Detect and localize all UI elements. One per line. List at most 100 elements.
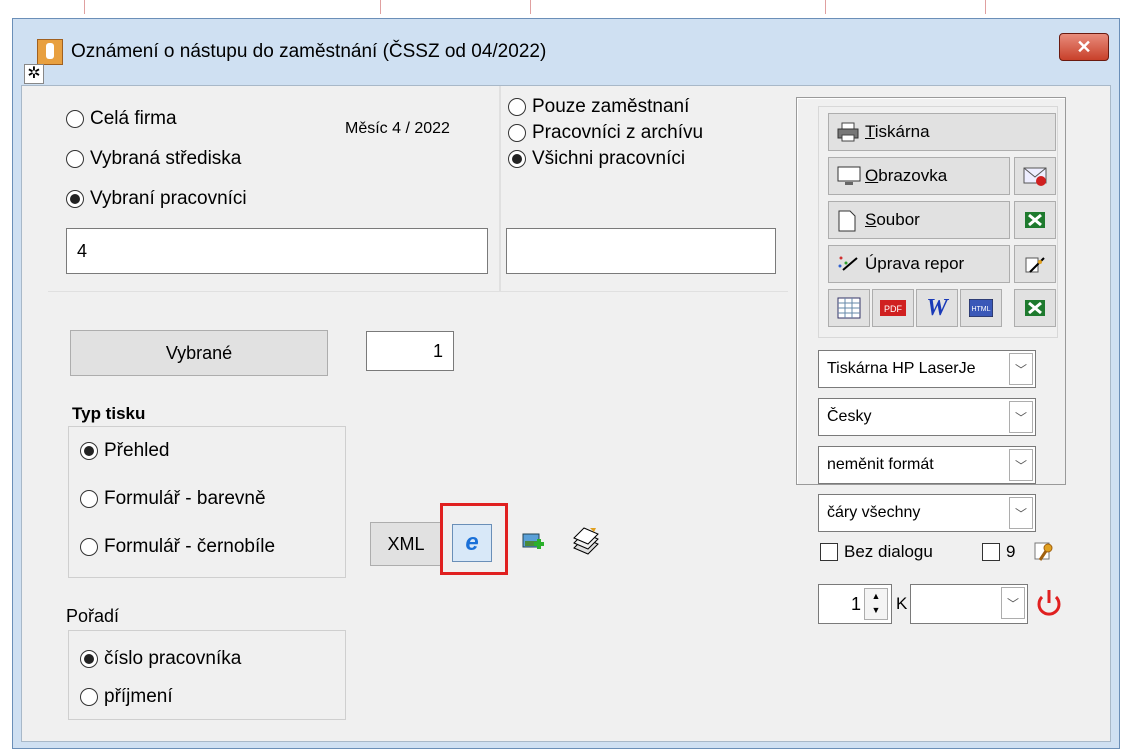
no-dialog-checkbox[interactable]: Bez dialogu — [820, 542, 933, 562]
radio-label: Pouze zaměstnaní — [532, 96, 690, 117]
lines-select-value: čáry všechny — [827, 504, 921, 521]
radio-overview[interactable]: Přehled — [80, 440, 170, 462]
radio-all-employees[interactable]: Všichni pracovníci — [508, 148, 685, 170]
pdf-icon: PDF — [880, 300, 906, 316]
close-button[interactable]: ✕ — [1059, 33, 1109, 61]
radio-dot — [80, 688, 98, 706]
person-icon — [37, 39, 63, 65]
file-hotkey: S — [865, 210, 877, 229]
k-label: K — [896, 594, 908, 613]
table-icon — [837, 297, 861, 319]
printer-select[interactable]: Tiskárna HP LaserJe ﹀ — [818, 350, 1036, 388]
file-button-label: Soubor — [865, 210, 920, 229]
radio-dot — [66, 110, 84, 128]
checkbox-box — [820, 543, 838, 561]
email-icon — [1023, 167, 1047, 186]
radio-label: Přehled — [104, 440, 170, 461]
radio-from-archive[interactable]: Pracovníci z archívu — [508, 122, 703, 144]
html-export-button[interactable]: HTML — [960, 289, 1002, 327]
gear-icon[interactable]: ✲ — [24, 64, 44, 84]
k-select[interactable]: ﹀ — [910, 584, 1028, 624]
bg-grid-line — [84, 0, 85, 14]
radio-label: Všichni pracovníci — [532, 148, 686, 169]
radio-label: Celá firma — [90, 108, 177, 129]
radio-form-bw[interactable]: Formulář - černobíle — [80, 536, 275, 558]
chevron-down-icon[interactable]: ﹀ — [1009, 497, 1033, 529]
svg-text:HTML: HTML — [971, 306, 990, 313]
radio-label: číslo pracovníka — [104, 648, 242, 669]
edit-report-extra-button[interactable] — [1014, 245, 1056, 283]
radio-selected-centers[interactable]: Vybraná střediska — [66, 148, 241, 170]
screen-button-label: Obrazovka — [865, 166, 948, 185]
edit-report-button[interactable]: Úprava repor — [828, 245, 1010, 283]
checkbox-box — [982, 543, 1000, 561]
report-wand-icon — [1025, 257, 1045, 273]
radio-dot — [80, 490, 98, 508]
radio-label: příjmení — [104, 686, 173, 707]
radio-form-color[interactable]: Formulář - barevně — [80, 488, 266, 510]
title-bar[interactable]: Oznámení o nástupu do zaměstnání (ČSSZ o… — [13, 19, 1119, 89]
radio-employee-number[interactable]: číslo pracovníka — [80, 648, 241, 670]
chevron-down-icon[interactable]: ﹀ — [1009, 353, 1033, 385]
print-type-heading: Typ tisku — [72, 404, 146, 423]
magic-wand-icon — [837, 254, 859, 274]
language-select[interactable]: Česky ﹀ — [818, 398, 1036, 436]
svg-text:PDF: PDF — [884, 304, 903, 314]
screen-hotkey: O — [865, 166, 879, 185]
excel-button[interactable] — [1014, 201, 1056, 239]
internet-explorer-icon[interactable]: e — [452, 524, 492, 562]
printer-icon — [837, 122, 859, 142]
edit-report-label: Úprava repor — [865, 254, 965, 273]
email-button[interactable] — [1014, 157, 1056, 195]
radio-dot — [80, 442, 98, 460]
pdf-export-button[interactable]: PDF — [872, 289, 914, 327]
spinner-up-icon[interactable]: ▲ — [865, 589, 887, 603]
printer-button-label: Tiskárna — [865, 122, 930, 141]
power-icon[interactable] — [1034, 586, 1064, 620]
file-button[interactable]: Soubor — [828, 201, 1010, 239]
radio-label: Vybraní pracovníci — [90, 188, 247, 209]
chevron-down-icon[interactable]: ﹀ — [1009, 401, 1033, 433]
table-export-button[interactable] — [828, 289, 870, 327]
bg-grid-line — [985, 0, 986, 14]
radio-selected-employees[interactable]: Vybraní pracovníci — [66, 188, 247, 210]
stack-documents-icon[interactable] — [570, 526, 600, 556]
bg-grid-line — [530, 0, 531, 14]
copies-extra-label: 9 — [1006, 542, 1016, 561]
order-heading: Pořadí — [66, 606, 120, 626]
file-icon — [837, 210, 859, 232]
employees-value-field[interactable] — [506, 228, 776, 274]
excel-icon — [1025, 212, 1045, 228]
chevron-down-icon[interactable]: ﹀ — [1001, 587, 1025, 619]
no-dialog-label: Bez dialogu — [844, 542, 933, 561]
printer-select-value: Tiskárna HP LaserJe — [827, 360, 976, 377]
chevron-down-icon[interactable]: ﹀ — [1009, 449, 1033, 481]
xml-button[interactable]: XML — [370, 522, 442, 566]
radio-label: Formulář - barevně — [104, 488, 266, 509]
copies-extra-checkbox[interactable]: 9 — [982, 542, 1015, 562]
scope-value-field[interactable]: 4 — [66, 228, 488, 274]
radio-surname[interactable]: příjmení — [80, 686, 173, 708]
word-export-button[interactable]: W — [916, 289, 958, 327]
excel-export-button[interactable] — [1014, 289, 1056, 327]
lines-select[interactable]: čáry všechny ﹀ — [818, 494, 1036, 532]
radio-dot — [80, 538, 98, 556]
add-image-icon[interactable] — [522, 532, 544, 552]
selected-button[interactable]: Vybrané — [70, 330, 328, 376]
selected-count-field[interactable]: 1 — [366, 331, 454, 371]
screen-button[interactable]: Obrazovka — [828, 157, 1010, 195]
html-icon: HTML — [969, 299, 993, 317]
radio-label: Formulář - černobíle — [104, 536, 276, 557]
radio-dot — [66, 190, 84, 208]
printer-button[interactable]: Tiskárna — [828, 113, 1056, 151]
radio-whole-company[interactable]: Celá firma — [66, 108, 177, 130]
printer-hotkey: T — [865, 122, 875, 141]
spinner-down-icon[interactable]: ▼ — [865, 603, 887, 617]
spinner-arrows[interactable]: ▲ ▼ — [864, 588, 888, 620]
copies-value: 1 — [850, 593, 861, 614]
radio-only-employed[interactable]: Pouze zaměstnaní — [508, 96, 689, 118]
key-settings-icon[interactable] — [1032, 540, 1056, 564]
format-select[interactable]: neměnit formát ﹀ — [818, 446, 1036, 484]
excel-icon — [1025, 300, 1045, 316]
month-label: Měsíc 4 / 2022 — [345, 120, 450, 137]
